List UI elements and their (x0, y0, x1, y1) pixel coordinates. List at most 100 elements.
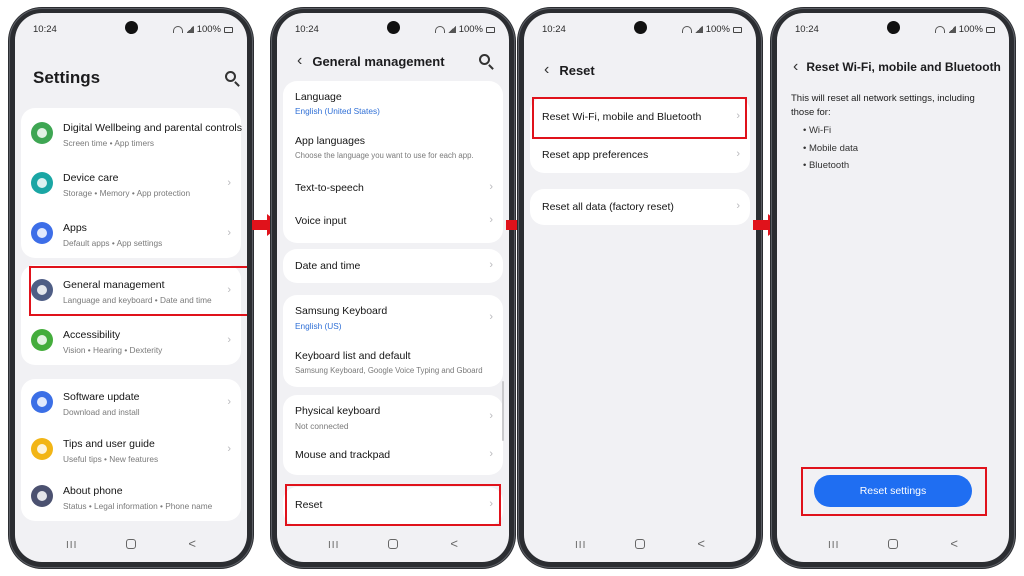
item-subtitle: Download and install (63, 407, 140, 417)
back-nav-icon[interactable]: < (697, 536, 705, 551)
settings-item-digital-wellbeing[interactable]: Digital Wellbeing and parental controls … (21, 108, 242, 158)
settings-item-accessibility[interactable]: Accessibility Vision • Hearing • Dexteri… (21, 315, 241, 365)
gm-item-language[interactable]: Language English (United States) (283, 81, 503, 125)
recent-apps-icon[interactable]: III (66, 540, 77, 551)
chevron-right-icon: › (489, 259, 493, 271)
highlight-box (29, 266, 247, 316)
item-subtitle: English (United States) (295, 106, 380, 116)
recent-apps-icon[interactable]: III (575, 540, 586, 551)
chevron-right-icon: › (227, 396, 231, 408)
device-care-icon (31, 172, 53, 194)
item-title: Reset app preferences (542, 149, 649, 161)
page-header: ‹ General management (297, 52, 445, 70)
search-icon[interactable] (479, 54, 490, 65)
item-title: Samsung Keyboard (295, 305, 388, 317)
settings-item-about-phone[interactable]: About phone Status • Legal information •… (21, 473, 241, 520)
highlight-box (532, 97, 747, 139)
signal-icon (947, 26, 956, 33)
camera-cutout (125, 21, 138, 34)
gm-card-date: Date and time › (283, 249, 503, 283)
gm-item-keyboard-list[interactable]: Keyboard list and default Samsung Keyboa… (283, 341, 503, 387)
gm-item-app-languages[interactable]: App languages Choose the language you wa… (283, 125, 503, 171)
item-subtitle: Useful tips • New features (63, 454, 159, 464)
home-icon[interactable] (888, 539, 898, 549)
wifi-icon (681, 26, 692, 33)
settings-item-tips[interactable]: Tips and user guide Useful tips • New fe… (21, 426, 241, 473)
battery-percent: 100% (196, 24, 221, 35)
status-icons: 100% (934, 24, 995, 35)
gm-item-text-to-speech[interactable]: Text-to-speech › (283, 171, 503, 205)
back-icon[interactable]: ‹ (297, 52, 302, 70)
search-icon[interactable] (225, 71, 236, 82)
item-subtitle: Default apps • App settings (63, 238, 163, 248)
reset-item-app-preferences[interactable]: Reset app preferences › (530, 135, 750, 173)
recent-apps-icon[interactable]: III (828, 540, 839, 551)
bullet-text: Wi-Fi (808, 125, 832, 136)
item-subtitle: Samsung Keyboard, Google Voice Typing an… (295, 366, 483, 375)
battery-icon (224, 26, 233, 33)
back-icon[interactable]: ‹ (793, 58, 798, 76)
chevron-right-icon: › (489, 448, 493, 460)
chevron-right-icon: › (227, 443, 231, 455)
item-title: Software update (63, 391, 140, 403)
wifi-icon (172, 26, 183, 33)
gm-item-voice-input[interactable]: Voice input › (283, 205, 503, 239)
item-title: Device care (63, 172, 119, 184)
update-icon (31, 391, 53, 413)
phone-reset-network: 10:24 100% ‹ Reset Wi-Fi, mobile and Blu… (770, 7, 1016, 569)
home-icon[interactable] (388, 539, 398, 549)
back-icon[interactable]: ‹ (544, 61, 549, 79)
reset-item-factory[interactable]: Reset all data (factory reset) › (530, 189, 750, 225)
bullet-wifi: • Wi-Fi (803, 125, 832, 136)
item-title: Date and time (295, 260, 361, 272)
settings-item-apps[interactable]: Apps Default apps • App settings › (21, 208, 241, 258)
gm-item-date-and-time[interactable]: Date and time › (283, 249, 503, 283)
page-title: Settings (33, 68, 101, 87)
scrollbar[interactable] (502, 381, 504, 441)
page-title: Reset (559, 62, 595, 78)
status-bar: 10:24 100% (277, 13, 509, 43)
chevron-right-icon: › (227, 227, 231, 239)
chevron-right-icon: › (489, 181, 493, 193)
gm-item-mouse-trackpad[interactable]: Mouse and trackpad › (283, 439, 503, 475)
gm-item-samsung-keyboard[interactable]: Samsung Keyboard English (US) › (283, 295, 503, 341)
phone-reset: 10:24 100% ‹ Reset Reset Wi-Fi, mobile a… (517, 7, 763, 569)
reset-description: This will reset all network settings, in… (791, 93, 975, 118)
reset-network-screen: 10:24 100% ‹ Reset Wi-Fi, mobile and Blu… (777, 13, 1009, 562)
chevron-right-icon: › (736, 200, 740, 212)
battery-percent: 100% (458, 24, 483, 35)
status-time: 10:24 (795, 24, 819, 35)
gm-item-physical-keyboard[interactable]: Physical keyboard Not connected › (283, 395, 503, 439)
item-title: Apps (63, 222, 87, 234)
item-title: Mouse and trackpad (295, 449, 391, 461)
status-time: 10:24 (33, 24, 57, 35)
home-icon[interactable] (635, 539, 645, 549)
settings-screen: 10:24 100% Settings Digital Wellbeing an… (15, 13, 247, 562)
camera-cutout (887, 21, 900, 34)
nav-bar: III < (15, 530, 247, 556)
accessibility-icon (31, 329, 53, 351)
chevron-right-icon: › (227, 334, 231, 346)
item-subtitle: Choose the language you want to use for … (295, 151, 474, 160)
camera-cutout (387, 21, 400, 34)
chevron-right-icon: › (489, 410, 493, 422)
status-time: 10:24 (295, 24, 319, 35)
recent-apps-icon[interactable]: III (328, 540, 339, 551)
back-nav-icon[interactable]: < (950, 536, 958, 551)
home-icon[interactable] (126, 539, 136, 549)
battery-percent: 100% (958, 24, 983, 35)
gm-card-language: Language English (United States) App lan… (283, 81, 503, 243)
settings-item-device-care[interactable]: Device care Storage • Memory • App prote… (21, 158, 241, 208)
reset-card-2: Reset all data (factory reset) › (530, 189, 750, 225)
page-title: Reset Wi-Fi, mobile and Bluetooth (806, 60, 1001, 74)
highlight-box (801, 467, 987, 516)
camera-cutout (634, 21, 647, 34)
settings-item-software-update[interactable]: Software update Download and install › (21, 379, 241, 426)
nav-bar: III < (777, 530, 1009, 556)
back-nav-icon[interactable]: < (450, 536, 458, 551)
bullet-text: Mobile data (808, 143, 859, 154)
settings-card-1: Digital Wellbeing and parental controls … (21, 108, 242, 258)
back-nav-icon[interactable]: < (188, 536, 196, 551)
item-title: Language (295, 91, 342, 103)
item-title: Keyboard list and default (295, 350, 411, 362)
